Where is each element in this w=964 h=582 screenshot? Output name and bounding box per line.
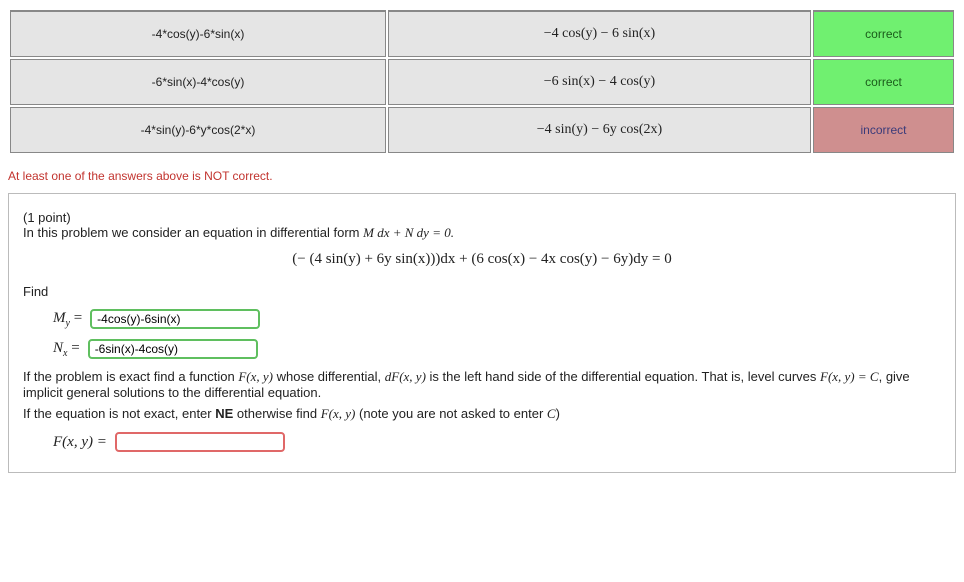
problem-box: (1 point) In this problem we consider an… <box>8 193 956 473</box>
table-row: -6*sin(x)-4*cos(y)−6 sin(x) − 4 cos(y)co… <box>10 59 954 105</box>
entered-cell: -6*sin(x)-4*cos(y) <box>10 59 386 105</box>
fxy-input[interactable] <box>115 432 285 452</box>
points-label: (1 point) <box>23 210 71 225</box>
status-cell: correct <box>813 59 954 105</box>
nx-label: Nx = <box>53 340 80 359</box>
fxy-row: F(x, y) = <box>53 432 941 452</box>
intro-text: In this problem we consider an equation … <box>23 225 363 240</box>
results-table: -4*cos(y)-6*sin(x)−4 cos(y) − 6 sin(x)co… <box>8 8 956 155</box>
fxy-label: F(x, y) = <box>53 434 107 451</box>
para-ne: If the equation is not exact, enter NE o… <box>23 406 941 422</box>
status-cell: correct <box>813 10 954 57</box>
my-row: My = <box>53 309 941 329</box>
preview-cell: −4 sin(y) − 6y cos(2x) <box>388 107 811 153</box>
entered-cell: -4*sin(y)-6*y*cos(2*x) <box>10 107 386 153</box>
my-input[interactable] <box>90 309 260 329</box>
nx-input[interactable] <box>88 339 258 359</box>
intro-math: M dx + N dy = 0. <box>363 225 454 240</box>
warning-text: At least one of the answers above is NOT… <box>8 169 956 183</box>
find-label: Find <box>23 284 941 299</box>
preview-cell: −4 cos(y) − 6 sin(x) <box>388 10 811 57</box>
table-row: -4*cos(y)-6*sin(x)−4 cos(y) − 6 sin(x)co… <box>10 10 954 57</box>
nx-row: Nx = <box>53 339 941 359</box>
para-exact: If the problem is exact find a function … <box>23 369 941 400</box>
my-label: My = <box>53 310 82 329</box>
preview-cell: −6 sin(x) − 4 cos(y) <box>388 59 811 105</box>
entered-cell: -4*cos(y)-6*sin(x) <box>10 10 386 57</box>
table-row: -4*sin(y)-6*y*cos(2*x)−4 sin(y) − 6y cos… <box>10 107 954 153</box>
main-equation: (− (4 sin(y) + 6y sin(x)))dx + (6 cos(x)… <box>23 251 941 268</box>
status-cell: incorrect <box>813 107 954 153</box>
